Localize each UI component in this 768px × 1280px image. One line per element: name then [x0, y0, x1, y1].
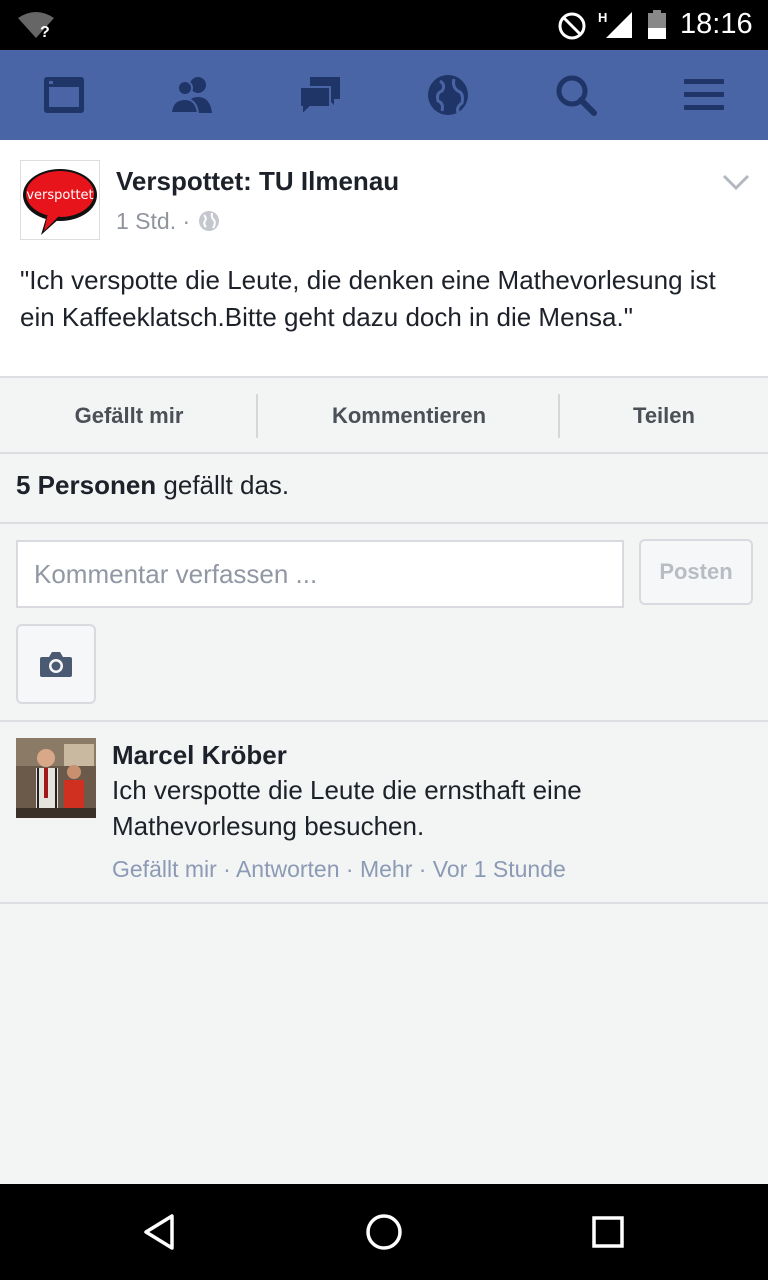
camera-icon	[40, 652, 72, 677]
back-button[interactable]	[130, 1202, 190, 1262]
do-not-disturb-icon	[558, 12, 586, 40]
attach-photo-button[interactable]	[16, 624, 96, 704]
profile-photo	[16, 738, 96, 818]
post-card: verspottet Verspottet: TU Ilmenau 1 Std.…	[0, 140, 768, 376]
page-name[interactable]: Verspottet: TU Ilmenau	[116, 166, 399, 197]
comment-input[interactable]	[16, 540, 624, 608]
likes-suffix: gefällt das.	[156, 470, 290, 500]
commenter-name[interactable]: Marcel Kröber	[112, 740, 287, 771]
nav-menu[interactable]	[640, 50, 768, 140]
search-icon	[556, 75, 597, 116]
signal-icon: H	[598, 10, 632, 38]
globe-notifications-icon	[428, 75, 468, 115]
news-feed-icon	[44, 77, 84, 113]
back-icon	[144, 1214, 174, 1250]
page-avatar[interactable]: verspottet	[20, 160, 100, 240]
friends-icon	[169, 77, 212, 114]
recents-button[interactable]	[578, 1202, 638, 1262]
svg-text:verspottet: verspottet	[26, 188, 93, 203]
nav-friends[interactable]	[128, 50, 256, 140]
chevron-down-icon[interactable]	[720, 170, 752, 194]
svg-text:?: ?	[40, 24, 50, 40]
post-timestamp[interactable]: 1 Std. ·	[116, 208, 190, 235]
comment-actions[interactable]: Gefällt mir · Antworten · Mehr · Vor 1 S…	[112, 856, 566, 883]
divider	[0, 720, 768, 722]
comment-button[interactable]: Kommentieren	[258, 378, 560, 454]
comment-text: Ich verspotte die Leute die ernsthaft ei…	[112, 775, 582, 841]
messages-icon	[299, 77, 340, 118]
nav-messages[interactable]	[256, 50, 384, 140]
post-text: "Ich verspotte die Leute, die denken ein…	[20, 265, 716, 332]
status-bar: ? H 18:16	[0, 0, 768, 50]
clock: 18:16	[680, 8, 753, 40]
home-icon	[366, 1214, 402, 1250]
likes-summary[interactable]: 5 Personen gefällt das.	[16, 470, 289, 501]
nav-search[interactable]	[512, 50, 640, 140]
divider	[0, 902, 768, 904]
nav-notifications[interactable]	[384, 50, 512, 140]
svg-text:H: H	[598, 10, 607, 25]
recents-icon	[592, 1216, 624, 1248]
nav-news-feed[interactable]	[0, 50, 128, 140]
share-button[interactable]: Teilen	[560, 378, 768, 454]
system-navigation-bar	[0, 1184, 768, 1280]
top-navigation	[0, 50, 768, 140]
post-action-bar: Gefällt mir Kommentieren Teilen	[0, 376, 768, 454]
commenter-avatar[interactable]	[16, 738, 96, 818]
divider	[0, 522, 768, 524]
speech-bubble-logo: verspottet	[23, 169, 97, 235]
likes-count: 5 Personen	[16, 470, 157, 500]
like-button[interactable]: Gefällt mir	[0, 378, 258, 454]
post-comment-button[interactable]: Posten	[639, 539, 753, 605]
wifi-unknown-icon: ?	[18, 12, 54, 40]
globe-privacy-icon	[199, 211, 219, 231]
menu-icon	[684, 79, 724, 110]
battery-icon	[648, 10, 666, 39]
home-button[interactable]	[354, 1202, 414, 1262]
